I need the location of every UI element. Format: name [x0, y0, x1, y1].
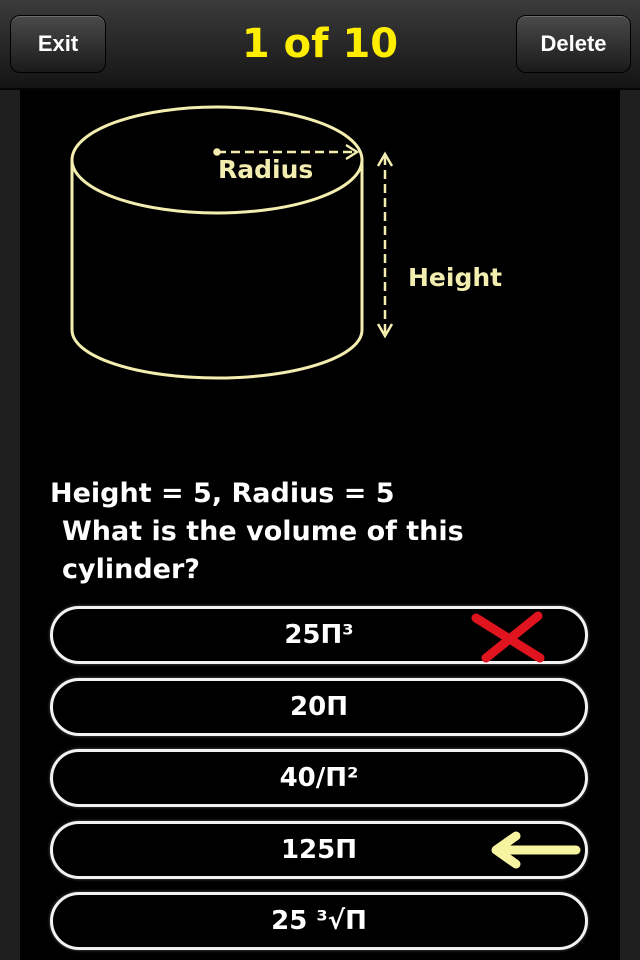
question-text: Height = 5, Radius = 5 What is the volum…	[50, 475, 610, 585]
exit-button[interactable]: Exit	[10, 15, 106, 73]
height-label: Height	[408, 263, 502, 292]
cylinder-diagram: Radius Height	[70, 105, 502, 380]
cylinder-bottom-arc	[70, 329, 364, 380]
answer-button-5[interactable]: 25 ³√Π	[50, 892, 588, 950]
question-given-values: Height = 5, Radius = 5	[50, 478, 395, 509]
answer-label: 25 ³√Π	[271, 906, 367, 936]
answer-label: 40/Π²	[279, 763, 359, 793]
question-counter: 1 of 10	[241, 21, 399, 67]
height-arrow-icon	[376, 151, 394, 339]
navigation-bar: Exit 1 of 10 Delete	[0, 0, 640, 90]
radius-label: Radius	[218, 155, 313, 184]
answer-label: 20Π	[290, 692, 348, 722]
wrong-x-icon	[471, 611, 545, 663]
answer-label: 125Π	[280, 835, 358, 865]
delete-button[interactable]: Delete	[516, 15, 631, 73]
cylinder-top-ellipse	[70, 105, 364, 215]
answer-label: 25Π³	[284, 620, 354, 650]
correct-arrow-icon	[491, 831, 581, 869]
quiz-board: Radius Height Height = 5, Radius = 5 Wha…	[20, 90, 620, 960]
answer-button-2[interactable]: 20Π	[50, 678, 588, 736]
question-prompt: What is the volume of this cylinder?	[62, 516, 464, 585]
answer-button-3[interactable]: 40/Π²	[50, 749, 588, 807]
